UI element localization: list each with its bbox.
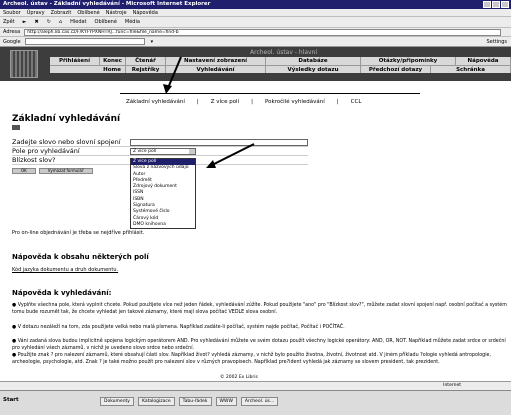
taskbar-item[interactable]: Dokumenty	[100, 397, 134, 406]
taskbar-item[interactable]: Archeol. ús...	[240, 397, 279, 406]
arrow-head	[206, 160, 216, 168]
start-button[interactable]: Start	[3, 397, 19, 403]
taskbar-tasks: Dokumenty Katalogizace Tabu-řádek WWW Ar…	[100, 397, 279, 406]
annotation-arrows	[163, 56, 255, 168]
taskbar-item[interactable]: Katalogizace	[137, 397, 175, 406]
status-bar: Internet	[0, 381, 511, 390]
arrow-line	[211, 143, 255, 166]
security-zone: Internet	[443, 383, 461, 388]
taskbar-item[interactable]: WWW	[215, 397, 237, 406]
taskbar-item[interactable]: Tabu-řádek	[178, 397, 212, 406]
taskbar: Start Dokumenty Katalogizace Tabu-řádek …	[0, 390, 511, 415]
arrow-head	[163, 84, 172, 94]
arrow-line	[167, 56, 182, 89]
